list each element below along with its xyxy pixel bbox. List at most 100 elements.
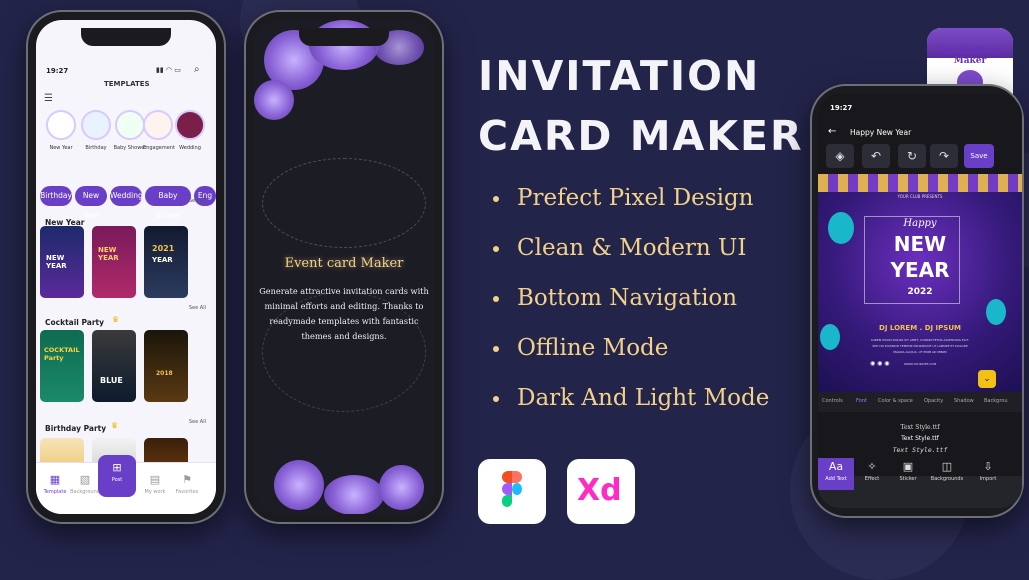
card-preview[interactable]: YOUR CLUB PRESENTS Happy NEW YEAR 2022 D… [818,174,1022,392]
splash-text-line: themes and designs. [301,331,387,341]
bottom-navigation: ▦ Template ▧ Background ⊞ Post ▤ My work ⚑ Fa… [36,455,216,514]
category-newyear[interactable] [46,110,76,140]
category-label: New Year [49,145,73,151]
grid-icon: ▦ [49,473,61,486]
card-body-line: LOREM IPSUM DOLOR SIT AMET, CONSECTETUR … [870,338,970,342]
crown-icon: ♛ [111,421,119,430]
feature-item: Bottom Navigation [493,285,737,311]
card-url: WWW.YOURSITE.COM [904,362,937,366]
feature-text: Clean & Modern UI [517,235,747,261]
refresh-button[interactable]: ↻ [898,144,926,168]
flower-decoration [379,465,424,510]
bookmark-icon: ⚑ [182,473,192,486]
save-button[interactable]: Save [964,144,994,168]
mandala-decoration [262,158,426,248]
feature-text: Prefect Pixel Design [517,185,754,211]
expand-button[interactable]: ⌄ [978,370,996,388]
font-option[interactable]: Text Style.ttf [818,435,1022,442]
undo-icon: ↶ [870,149,882,163]
nav-favorites[interactable]: ⚑ Favorites [170,473,204,495]
font-option[interactable]: Text Style.ttf [818,446,1022,454]
tab-font[interactable]: Font [856,398,867,404]
nav-background[interactable]: ▧ Background [68,473,102,495]
effect-button[interactable]: ✧ Effect [854,460,890,482]
see-all-link[interactable]: See All [189,419,206,425]
nav-label: Template [43,489,67,495]
category-engagement[interactable] [143,110,173,140]
template-card[interactable]: NEW YEAR [40,226,84,298]
layers-icon: ◫ [941,460,953,473]
redo-button[interactable]: ↷ [930,144,958,168]
feature-item: Clean & Modern UI [493,235,747,261]
bullet-icon [493,246,499,252]
feature-item: Offline Mode [493,335,668,361]
filter-chip[interactable]: Baby shower [145,186,191,220]
nav-post[interactable]: ⊞ Post [98,455,136,497]
tab-shadow[interactable]: Shadow [954,398,974,404]
filter-chip[interactable]: Birthday [40,186,72,206]
see-all-link[interactable]: See All [189,198,206,204]
filter-chip[interactable]: Wedding [110,186,143,206]
xd-icon: Xd [567,459,635,524]
phone-notch [299,28,389,46]
nav-template[interactable]: ▦ Template [38,473,72,495]
category-wedding[interactable] [175,110,205,140]
headline-line1: INVITATION [478,52,761,100]
phone-templates: 19:27 ▮▮ ◠ ▭ ☰ TEMPLATES ⌕ New Year Birt… [28,12,224,522]
tool-label: Sticker [899,476,917,482]
badge-subtitle: Maker [953,56,987,66]
editor-screen: 19:27 ← Happy New Year ◈ ↶ ↻ ↷ Save YOUR… [818,94,1022,508]
sticker-icon: ▣ [902,460,914,473]
template-card[interactable]: 2021 YEAR [144,226,188,298]
undo-button[interactable]: ↶ [862,144,890,168]
template-card[interactable]: NEW YEAR [92,226,136,298]
see-all-link[interactable]: See All [189,305,206,311]
bullet-icon [493,396,499,402]
back-arrow-icon[interactable]: ← [828,126,836,137]
card-number: 2022 [907,287,933,297]
layers-button[interactable]: ◈ [826,144,854,168]
tool-label: Add Text [825,476,847,482]
category-babyshower[interactable] [115,110,145,140]
card-body-line: MAGNA ALIQUA. UT ENIM AD MINIM [893,350,947,354]
search-icon[interactable]: ⌕ [194,64,200,75]
nav-mywork[interactable]: ▤ My work [138,473,172,495]
tab-opacity[interactable]: Opacity [924,398,943,404]
status-icons: ▮▮ ◠ ▭ [156,66,181,74]
nav-label: Post [111,477,123,483]
card-new: NEW [893,232,947,256]
phone-splash: Event card Maker Generate attractive inv… [246,12,442,522]
file-icon: ▤ [149,473,161,486]
tab-color-space[interactable]: Color & space [878,398,913,404]
font-option[interactable]: Text Style.ttf [818,424,1022,431]
tab-background[interactable]: Backgrou [984,398,1008,404]
tab-controls[interactable]: Controls [822,398,843,404]
card-text: YEAR [152,256,173,264]
import-button[interactable]: ⇩ Import [970,460,1006,482]
card-text: NEW YEAR [98,246,119,262]
status-time: 19:27 [830,104,853,112]
refresh-icon: ↻ [906,149,918,163]
sticker-button[interactable]: ▣ Sticker [890,460,926,482]
card-dj: DJ LOREM . DJ IPSUM [879,324,961,332]
feature-item: Prefect Pixel Design [493,185,753,211]
phone-editor: 19:27 ← Happy New Year ◈ ↶ ↻ ↷ Save YOUR… [812,86,1022,516]
card-text: COCKTAIL Party [44,346,80,362]
category-birthday[interactable] [81,110,111,140]
template-card[interactable]: 2018 [144,330,188,402]
flower-decoration [254,80,294,120]
template-card[interactable]: BLUE [92,330,136,402]
bullet-icon [493,346,499,352]
card-text: 2018 [156,370,173,377]
flower-decoration [324,475,384,514]
bullet-icon [493,196,499,202]
template-card[interactable]: COCKTAIL Party [40,330,84,402]
filter-chip[interactable]: New Year [75,186,107,220]
backgrounds-button[interactable]: ◫ Backgrounds [926,460,968,482]
card-text: NEW YEAR [46,254,67,270]
add-text-button[interactable]: Aa Add Text [818,458,854,490]
editor-title: Happy New Year [850,128,912,137]
feature-text: Dark And Light Mode [517,385,770,411]
menu-icon[interactable]: ☰ [44,93,53,104]
nav-label: Favorites [175,489,199,495]
